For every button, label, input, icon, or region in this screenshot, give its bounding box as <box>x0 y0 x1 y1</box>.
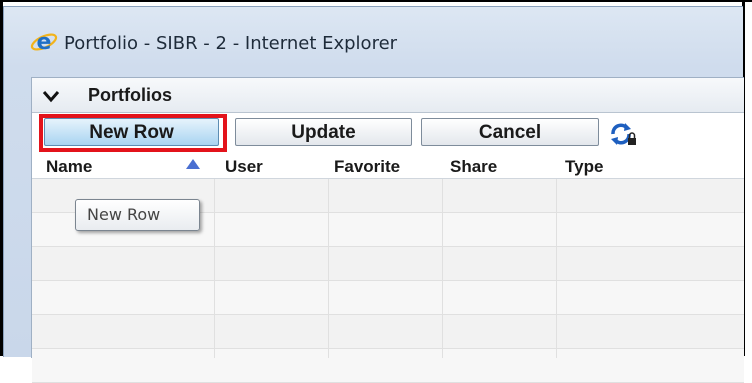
chevron-down-icon[interactable] <box>42 87 60 105</box>
browser-window: e Portfolio - SIBR - 2 - Internet Explor… <box>3 6 744 383</box>
svg-text:e: e <box>37 30 52 55</box>
column-divider <box>214 179 215 358</box>
update-button[interactable]: Update <box>235 118 412 146</box>
table-row[interactable] <box>32 281 744 315</box>
internet-explorer-icon: e <box>30 30 58 55</box>
column-divider <box>556 179 557 358</box>
column-header-share[interactable]: Share <box>450 157 497 177</box>
toolbar: New Row Update Cancel <box>32 113 744 153</box>
frame-top-border <box>0 0 752 2</box>
refresh-lock-icon[interactable] <box>608 121 638 147</box>
window-title: Portfolio - SIBR - 2 - Internet Explorer <box>64 33 398 54</box>
column-header-favorite[interactable]: Favorite <box>334 157 400 177</box>
grid-header: Name User Favorite Share Type <box>32 154 744 179</box>
table-row[interactable] <box>32 315 744 349</box>
column-divider <box>442 179 443 358</box>
table-row[interactable] <box>32 247 744 281</box>
column-header-type[interactable]: Type <box>565 157 603 177</box>
sort-ascending-icon[interactable] <box>185 158 201 170</box>
column-header-name[interactable]: Name <box>46 157 92 177</box>
cancel-button[interactable]: Cancel <box>421 118 599 146</box>
column-divider <box>328 179 329 358</box>
panel-title: Portfolios <box>88 85 172 105</box>
new-row-tooltip: New Row <box>75 199 200 231</box>
table-row[interactable] <box>32 349 744 383</box>
new-row-button[interactable]: New Row <box>44 118 219 146</box>
window-titlebar[interactable]: e Portfolio - SIBR - 2 - Internet Explor… <box>4 7 743 67</box>
portfolios-panel-header[interactable]: Portfolios <box>32 78 744 113</box>
column-header-user[interactable]: User <box>225 157 263 177</box>
